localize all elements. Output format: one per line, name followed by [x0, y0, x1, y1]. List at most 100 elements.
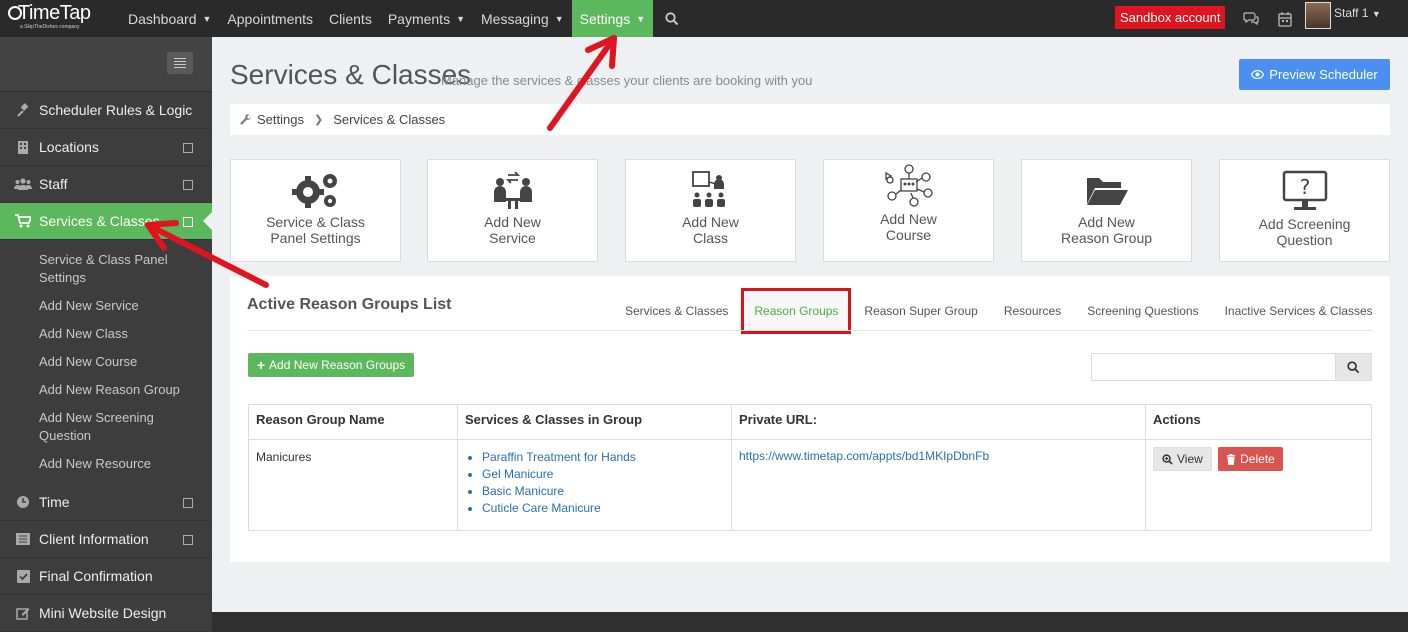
list-item[interactable]: Cuticle Care Manicure	[482, 500, 724, 517]
annotation-arrow-settings	[547, 35, 617, 131]
sidebar-item-label: Final Confirmation	[39, 568, 153, 584]
tile-label: Service	[489, 230, 536, 246]
list-item[interactable]: Basic Manicure	[482, 483, 724, 500]
chat-icon[interactable]	[1243, 10, 1259, 26]
submenu-add-service[interactable]: Add New Service	[39, 292, 189, 320]
sidebar-item-locations[interactable]: Locations	[0, 129, 212, 166]
chevron-down-icon: ▼	[636, 13, 646, 24]
tile-label: Add New	[484, 214, 541, 230]
sidebar-item-label: Mini Website Design	[39, 605, 167, 621]
chevron-down-icon: ▼	[202, 13, 212, 24]
private-url-link[interactable]: https://www.timetap.com/appts/bd1MKIpDbn…	[739, 449, 989, 463]
preview-scheduler-button[interactable]: Preview Scheduler	[1239, 59, 1390, 90]
expand-square-icon[interactable]	[183, 498, 193, 508]
users-icon	[14, 176, 32, 192]
tile-add-screening-question[interactable]: ? Add Screening Question	[1219, 159, 1390, 262]
tile-label: Class	[692, 230, 728, 246]
submenu-add-resource[interactable]: Add New Resource	[39, 450, 189, 478]
sidebar-header	[0, 37, 212, 92]
tile-label: Reason Group	[1060, 230, 1153, 246]
search-icon	[1347, 360, 1360, 373]
tab-reason-super-group[interactable]: Reason Super Group	[851, 304, 990, 318]
expand-square-icon[interactable]	[183, 535, 193, 545]
hamburger-menu-icon[interactable]	[167, 52, 193, 74]
nav-clients[interactable]: Clients	[321, 0, 380, 37]
expand-square-icon[interactable]	[183, 180, 193, 190]
service-link[interactable]: Cuticle Care Manicure	[482, 501, 601, 515]
folder-open-icon	[1086, 178, 1128, 205]
preview-scheduler-label: Preview Scheduler	[1269, 67, 1378, 82]
tile-add-new-reason-group[interactable]: Add New Reason Group	[1021, 159, 1192, 262]
search-input[interactable]	[1092, 354, 1335, 380]
actions-cell: View Delete	[1145, 439, 1372, 531]
tile-add-new-service[interactable]: Add New Service	[427, 159, 598, 262]
tab-reason-groups[interactable]: Reason Groups	[741, 288, 852, 334]
view-button[interactable]: View	[1153, 447, 1212, 471]
trash-icon	[1227, 453, 1236, 465]
submenu-add-course[interactable]: Add New Course	[39, 348, 189, 376]
avatar[interactable]	[1305, 2, 1331, 29]
cart-icon	[14, 213, 32, 229]
zoom-in-icon	[1162, 453, 1173, 465]
sidebar-item-time[interactable]: Time	[0, 484, 212, 521]
course-network-icon	[884, 164, 933, 207]
tab-resources[interactable]: Resources	[991, 304, 1074, 318]
expand-square-icon[interactable]	[183, 143, 193, 153]
service-link[interactable]: Basic Manicure	[482, 484, 564, 498]
sidebar-item-label: Staff	[39, 176, 68, 192]
service-link[interactable]: Paraffin Treatment for Hands	[482, 450, 636, 464]
tile-label: Course	[885, 227, 932, 243]
services-in-group-cell: Paraffin Treatment for Hands Gel Manicur…	[457, 439, 732, 531]
submenu-add-class[interactable]: Add New Class	[39, 320, 189, 348]
sidebar-item-label: Time	[39, 494, 70, 510]
breadcrumb-services-classes: Services & Classes	[333, 112, 446, 127]
tile-label: Add New	[880, 211, 937, 227]
monitor-question-icon: ?	[1282, 170, 1327, 210]
svg-text:?: ?	[1299, 175, 1310, 199]
tile-add-new-class[interactable]: Add New Class	[625, 159, 796, 262]
page-title: Services & Classes	[230, 59, 472, 90]
nav-appointments[interactable]: Appointments	[219, 0, 321, 37]
annotation-arrow-services	[145, 220, 269, 288]
top-navbar: TimeTap a SkipTheDishes company Dashboar…	[0, 0, 1408, 37]
nav-payments[interactable]: Payments ▼	[380, 0, 473, 37]
main-content: Services & Classes Manage the services &…	[212, 37, 1408, 612]
submenu-add-reason-group[interactable]: Add New Reason Group	[39, 376, 189, 404]
sidebar-item-staff[interactable]: Staff	[0, 166, 212, 203]
breadcrumb-settings[interactable]: Settings	[257, 112, 304, 127]
delete-button[interactable]: Delete	[1218, 447, 1283, 471]
list-item[interactable]: Gel Manicure	[482, 466, 724, 483]
sidebar-item-final-confirmation[interactable]: Final Confirmation	[0, 558, 212, 595]
service-link[interactable]: Gel Manicure	[482, 467, 553, 481]
search-button[interactable]	[1335, 354, 1371, 380]
sidebar-item-client-information[interactable]: Client Information	[0, 521, 212, 558]
wrench-icon	[240, 114, 251, 125]
tile-add-new-course[interactable]: Add New Course	[823, 159, 994, 262]
column-header: Reason Group Name	[248, 404, 458, 440]
sidebar-item-mini-website-design[interactable]: Mini Website Design	[0, 595, 212, 632]
tab-services-classes[interactable]: Services & Classes	[612, 304, 741, 318]
tab-screening-questions[interactable]: Screening Questions	[1074, 304, 1211, 318]
list-title: Active Reason Groups List	[247, 296, 452, 313]
view-label: View	[1177, 452, 1203, 466]
submenu-add-screening-question[interactable]: Add New Screening Question	[39, 404, 189, 450]
reason-groups-table: Reason Group Name Services & Classes in …	[248, 404, 1372, 531]
sandbox-account-badge[interactable]: Sandbox account	[1115, 6, 1226, 29]
nav-label: Dashboard	[128, 10, 197, 27]
tile-label: Add Screening	[1258, 216, 1351, 232]
list-item[interactable]: Paraffin Treatment for Hands	[482, 449, 724, 466]
list-tabs: Services & Classes Reason Groups Reason …	[612, 288, 1386, 334]
nav-search-button[interactable]	[653, 0, 691, 37]
nav-label: Clients	[329, 10, 372, 27]
delete-label: Delete	[1240, 452, 1275, 466]
timetap-logo[interactable]: TimeTap a SkipTheDishes company	[8, 0, 120, 37]
tab-inactive-services-classes[interactable]: Inactive Services & Classes	[1212, 304, 1386, 318]
sidebar-item-label: Locations	[39, 139, 99, 155]
column-header: Actions	[1145, 404, 1372, 440]
add-new-reason-groups-button[interactable]: + Add New Reason Groups	[248, 353, 414, 377]
nav-dashboard[interactable]: Dashboard ▼	[120, 0, 219, 37]
reason-groups-panel: Active Reason Groups List Services & Cla…	[230, 276, 1390, 562]
staff-menu[interactable]: Staff 1 ▼	[1334, 6, 1381, 20]
calendar-icon[interactable]	[1277, 11, 1293, 27]
sidebar-item-scheduler-rules[interactable]: Scheduler Rules & Logic	[0, 92, 212, 129]
